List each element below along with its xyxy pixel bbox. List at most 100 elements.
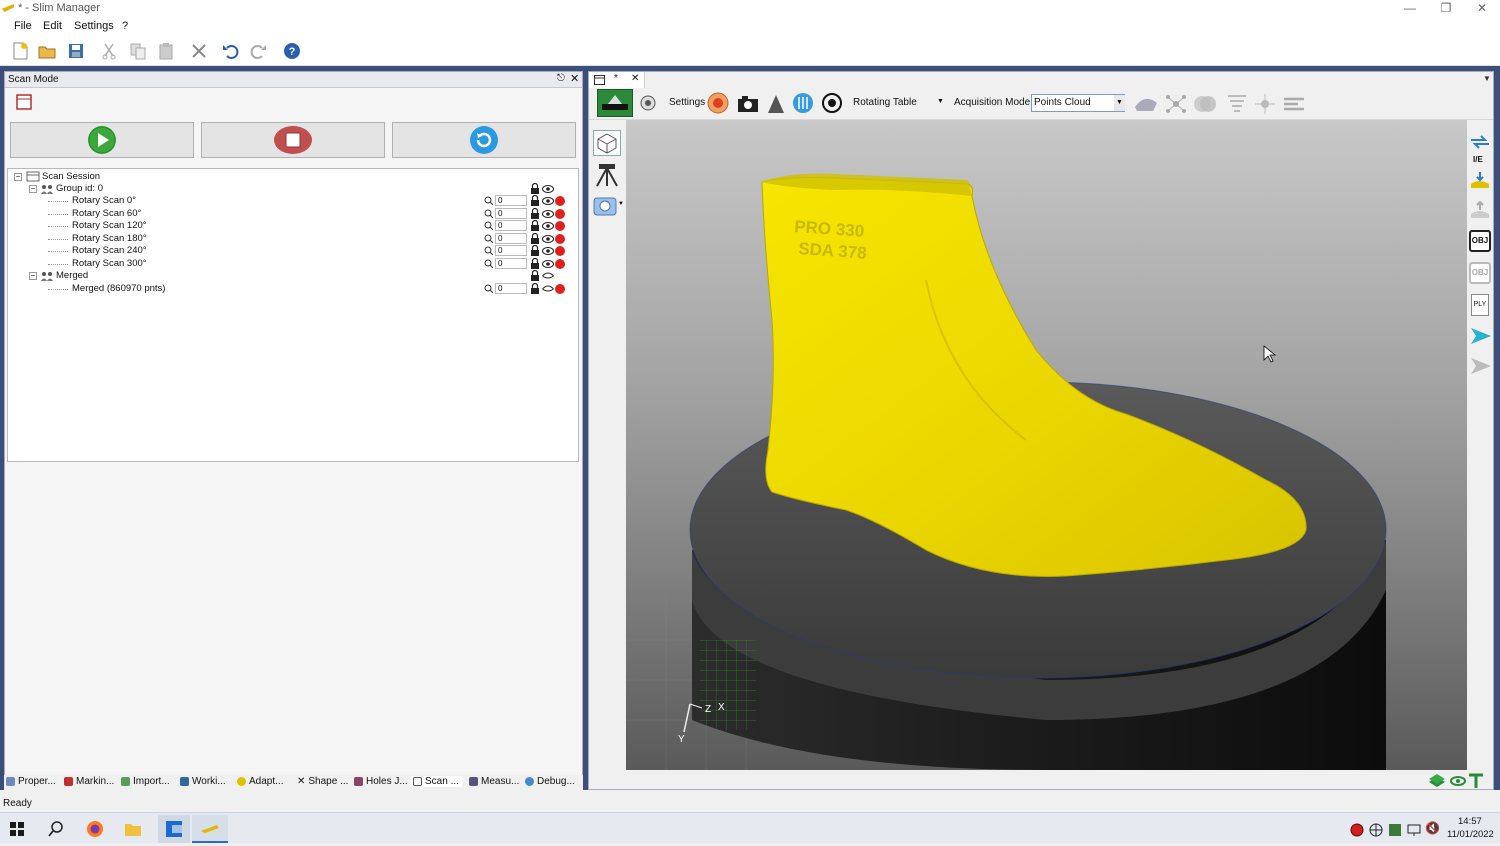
scan-value-field[interactable]: 0 bbox=[495, 232, 527, 244]
remove-icon[interactable] bbox=[555, 283, 565, 294]
zoom-icon[interactable] bbox=[484, 259, 493, 268]
import-export-icon[interactable] bbox=[1469, 132, 1491, 152]
eye-icon[interactable] bbox=[542, 221, 554, 231]
camera-icon[interactable] bbox=[736, 94, 760, 114]
tree-group-row[interactable]: − Group id: 0 bbox=[8, 183, 578, 195]
target-icon[interactable] bbox=[821, 92, 843, 114]
eye-icon[interactable] bbox=[542, 209, 554, 219]
3d-viewport[interactable]: PRO 330 SDA 378 X Z Y bbox=[626, 120, 1468, 770]
remove-icon[interactable] bbox=[555, 246, 565, 256]
menu-help[interactable]: ? bbox=[122, 20, 128, 32]
align-icon[interactable] bbox=[1282, 93, 1306, 115]
tab-marking[interactable]: Markin... bbox=[64, 776, 114, 787]
device-select[interactable]: Rotating Table bbox=[853, 97, 917, 108]
eye-icon[interactable] bbox=[542, 259, 554, 269]
zoom-icon[interactable] bbox=[484, 284, 493, 293]
lock-icon[interactable] bbox=[530, 183, 540, 194]
help-icon[interactable]: ? bbox=[281, 41, 303, 61]
cube-view-icon[interactable] bbox=[593, 130, 621, 156]
projector-icon[interactable] bbox=[766, 93, 786, 115]
zoom-icon[interactable] bbox=[484, 221, 493, 230]
lock-icon[interactable] bbox=[530, 220, 540, 231]
pin-icon[interactable]: ⎋ bbox=[557, 73, 565, 84]
camera-target-icon[interactable] bbox=[639, 94, 657, 112]
eye-icon[interactable] bbox=[542, 234, 554, 244]
tree-scan-row[interactable]: Rotary Scan 120° 0 bbox=[8, 220, 578, 232]
import-obj-icon[interactable]: OBJ bbox=[1469, 262, 1491, 284]
eye-icon[interactable] bbox=[542, 196, 554, 206]
camera-view-dropdown-icon[interactable]: ▼ bbox=[618, 201, 624, 207]
globe-icon[interactable] bbox=[1369, 823, 1383, 837]
tree-merged-item-row[interactable]: Merged (860970 pnts) 0 bbox=[8, 282, 578, 295]
tab-debug[interactable]: Debug... bbox=[525, 776, 575, 787]
eye-icon[interactable] bbox=[542, 246, 554, 256]
merged-value-field[interactable]: 0 bbox=[495, 282, 527, 294]
menu-file[interactable]: File bbox=[14, 20, 32, 32]
delete-icon[interactable] bbox=[188, 41, 210, 61]
tree-scan-row[interactable]: Rotary Scan 300° 0 bbox=[8, 257, 578, 270]
volume-muted-icon[interactable]: 🔇 bbox=[1425, 821, 1440, 835]
windows-start-icon[interactable] bbox=[10, 822, 24, 836]
clock-time[interactable]: 14:57 bbox=[1458, 816, 1482, 827]
sphere-icon[interactable] bbox=[1193, 93, 1217, 115]
redo-icon[interactable] bbox=[248, 41, 270, 61]
firefox-icon[interactable] bbox=[86, 820, 104, 838]
scan-value-field[interactable]: 0 bbox=[495, 257, 527, 269]
tree-root-row[interactable]: − Scan Session bbox=[8, 171, 578, 183]
eye-hidden-icon[interactable] bbox=[542, 284, 554, 294]
lock-icon[interactable] bbox=[530, 245, 540, 256]
zoom-icon[interactable] bbox=[484, 246, 493, 255]
acquisition-mode-select[interactable]: Points Cloud ▼ bbox=[1031, 94, 1125, 112]
lock-icon[interactable] bbox=[530, 282, 540, 294]
tab-shape[interactable]: ✕ Shape ... bbox=[297, 776, 348, 787]
calibration-icon[interactable] bbox=[792, 92, 814, 114]
scan-value-field[interactable]: 0 bbox=[495, 207, 527, 219]
camera-view-icon[interactable] bbox=[593, 195, 617, 217]
export-ply-icon[interactable]: PLY bbox=[1471, 294, 1489, 316]
search-icon[interactable] bbox=[48, 821, 64, 837]
close-button[interactable]: ✕ bbox=[1464, 0, 1500, 18]
tab-holes[interactable]: Holes J... bbox=[354, 776, 408, 787]
lock-icon[interactable] bbox=[530, 207, 540, 219]
menu-edit[interactable]: Edit bbox=[43, 20, 62, 32]
lock-icon[interactable] bbox=[530, 270, 540, 281]
eye-icon[interactable] bbox=[542, 184, 554, 194]
zoom-icon[interactable] bbox=[484, 209, 493, 218]
scan-mode-icon[interactable] bbox=[15, 93, 33, 111]
tab-working[interactable]: Worki... bbox=[180, 776, 226, 787]
file-explorer-icon[interactable] bbox=[124, 821, 142, 837]
panel-close-icon[interactable]: ✕ bbox=[570, 72, 579, 85]
record-icon[interactable] bbox=[1350, 823, 1364, 837]
remove-icon[interactable] bbox=[555, 208, 565, 219]
copy-icon[interactable] bbox=[127, 41, 149, 61]
tab-measure[interactable]: Measu... bbox=[469, 776, 519, 787]
document-close-icon[interactable]: ✕ bbox=[631, 73, 639, 84]
panel-menu-chevron-icon[interactable]: ▼ bbox=[1483, 74, 1491, 83]
open-folder-icon[interactable] bbox=[36, 41, 58, 61]
layer-visibility-icons[interactable] bbox=[1427, 772, 1487, 790]
settings-label[interactable]: Settings bbox=[669, 97, 705, 108]
taskbar-app-slim-manager[interactable] bbox=[192, 815, 228, 843]
zoom-icon[interactable] bbox=[484, 234, 493, 243]
paste-icon[interactable] bbox=[155, 41, 177, 61]
taskbar-app-outlook[interactable] bbox=[158, 815, 190, 843]
lock-icon[interactable] bbox=[530, 232, 540, 244]
tree-merged-group-row[interactable]: − Merged bbox=[8, 270, 578, 282]
clock-date[interactable]: 11/01/2022 bbox=[1447, 829, 1494, 840]
tab-properties[interactable]: Proper... bbox=[6, 776, 56, 787]
scanner-device-icon[interactable] bbox=[597, 89, 633, 117]
grid-filter-icon[interactable] bbox=[1226, 93, 1248, 115]
acquisition-dropdown-icon[interactable]: ▼ bbox=[1114, 95, 1125, 111]
lock-icon[interactable] bbox=[530, 257, 540, 269]
network-icon[interactable] bbox=[1407, 823, 1421, 837]
save-icon[interactable] bbox=[65, 41, 87, 61]
document-tab[interactable]: * ✕ bbox=[589, 72, 645, 88]
device-dropdown-icon[interactable]: ▼ bbox=[937, 98, 944, 105]
scan-value-field[interactable]: 0 bbox=[495, 195, 527, 206]
mesh-process-icon[interactable] bbox=[1133, 93, 1159, 115]
zoom-icon[interactable] bbox=[484, 196, 493, 205]
new-file-icon[interactable] bbox=[9, 41, 31, 61]
remove-icon[interactable] bbox=[555, 196, 565, 206]
tab-scan[interactable]: Scan ... bbox=[410, 776, 462, 787]
reset-scan-button[interactable] bbox=[392, 122, 576, 158]
